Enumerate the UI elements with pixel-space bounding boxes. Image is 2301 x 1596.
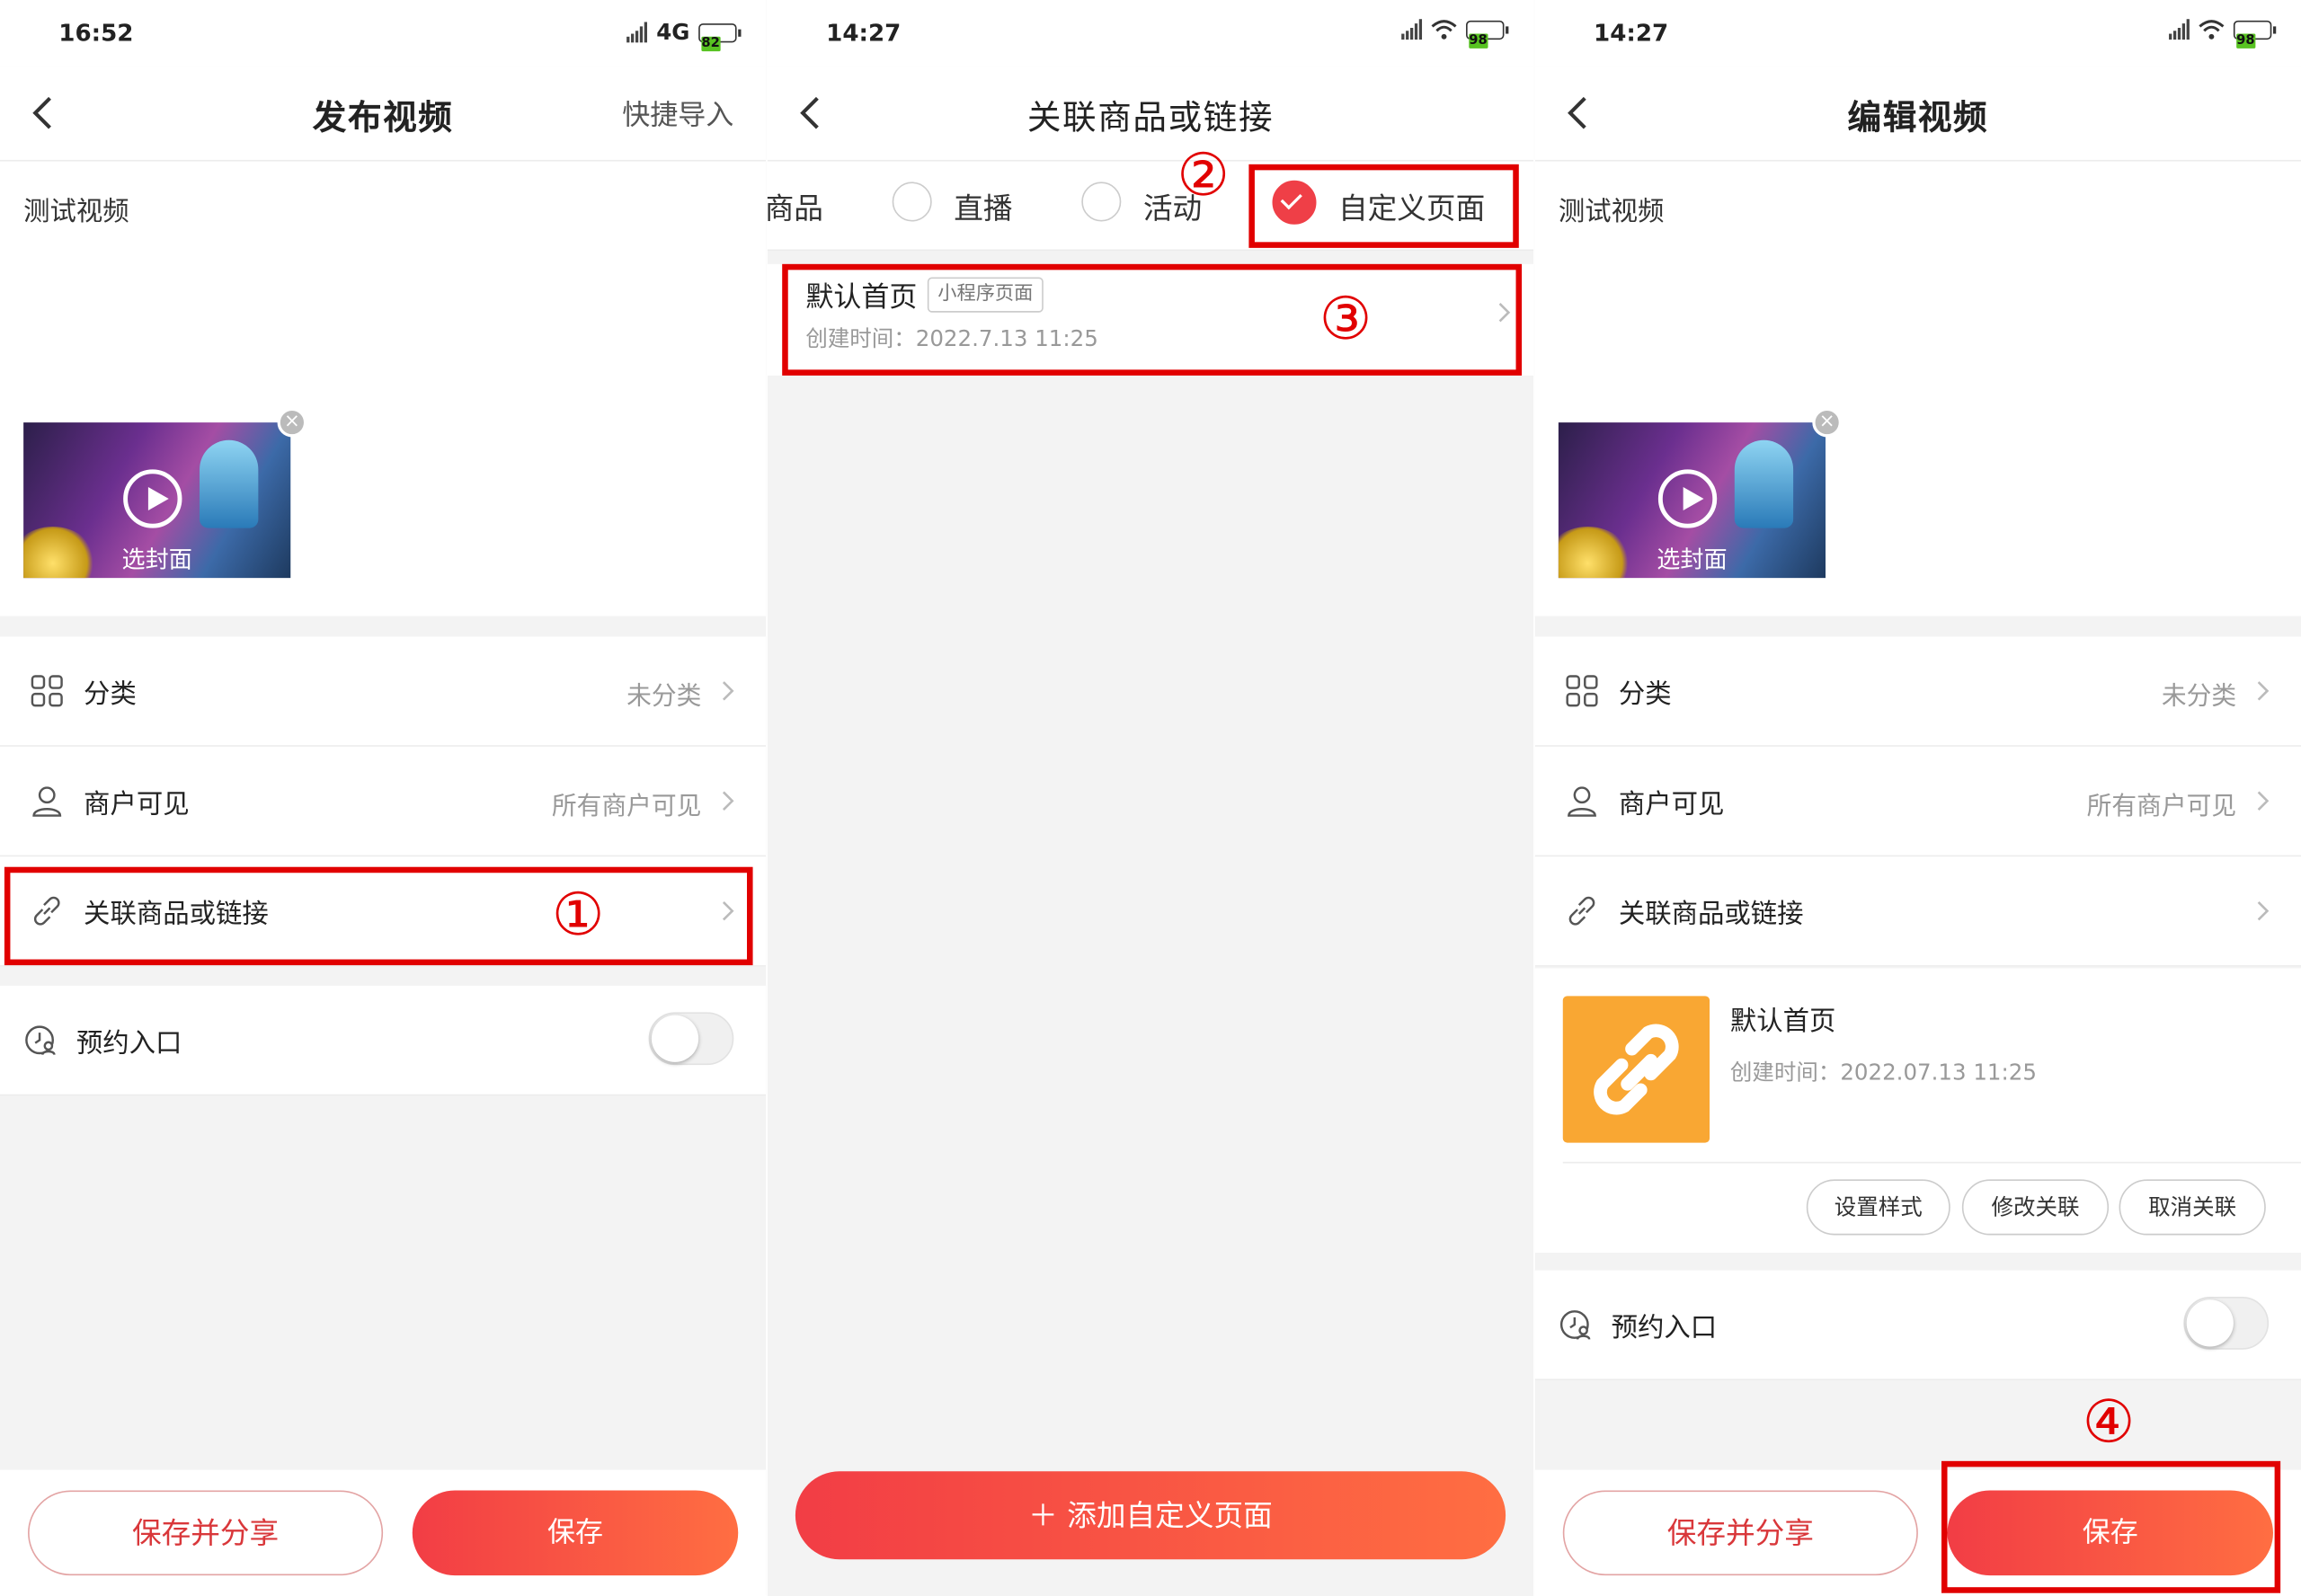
clock-person-icon xyxy=(25,1025,56,1056)
quick-import-button[interactable]: 快捷导入 xyxy=(622,93,733,133)
status-time: 14:27 xyxy=(826,19,902,48)
nav-bar: 关联商品或链接 xyxy=(767,66,1534,162)
linked-page-card: 默认首页 创建时间：2022.07.13 11:25 设置样式 修改关联 取消关… xyxy=(1534,968,2301,1254)
nav-bar: 发布视频 快捷导入 xyxy=(0,66,767,162)
video-cover[interactable]: 选封面 xyxy=(23,422,291,579)
annotation-number-3: ③ xyxy=(1319,286,1373,354)
chevron-right-icon xyxy=(722,681,734,701)
category-label: 分类 xyxy=(1618,678,1672,711)
battery-icon: 98 xyxy=(2233,20,2277,49)
status-icons: 98 xyxy=(2169,19,2277,49)
status-bar: 14:27 98 xyxy=(1534,0,2301,66)
category-row[interactable]: 分类 未分类 xyxy=(0,636,767,747)
booking-toggle[interactable] xyxy=(648,1012,734,1066)
bottom-action-bar: 保存并分享 保存 xyxy=(0,1469,767,1596)
linked-page-time: 创建时间：2022.07.13 11:25 xyxy=(1729,1059,2037,1086)
grid-icon xyxy=(31,675,63,707)
tab-live[interactable]: 直播 xyxy=(954,185,1012,227)
annotation-number-2: ② xyxy=(1177,142,1230,210)
category-row[interactable]: 分类 未分类 xyxy=(1534,636,2301,747)
visibility-value: 所有商户可见 xyxy=(551,792,702,822)
cancel-link-button[interactable]: 取消关联 xyxy=(2119,1179,2266,1236)
divider xyxy=(1562,1161,2301,1164)
save-and-share-button[interactable]: 保存并分享 xyxy=(28,1490,384,1576)
chevron-right-icon xyxy=(722,791,734,811)
clock-person-icon xyxy=(1559,1310,1591,1340)
booking-entry-row: 预约入口 xyxy=(1534,1270,2301,1381)
signal-icon xyxy=(2169,19,2190,40)
battery-icon: 98 xyxy=(1466,20,1509,49)
annotation-number-1: ① xyxy=(551,882,605,950)
page-title: 编辑视频 xyxy=(1847,99,1989,138)
plus-icon: ＋ xyxy=(1028,1497,1058,1533)
panel-publish-video: 16:52 4G 82 发布视频 快捷导入 测试视频 选封面 × 分类 未分类 … xyxy=(0,0,767,1596)
wifi-icon xyxy=(1431,20,1457,40)
description-area[interactable]: 测试视频 选封面 × xyxy=(1534,161,2301,616)
add-custom-page-label: 添加自定义页面 xyxy=(1067,1497,1273,1533)
wifi-icon xyxy=(2199,20,2225,40)
visibility-value: 所有商户可见 xyxy=(2086,792,2237,822)
signal-icon xyxy=(626,22,648,43)
set-style-button[interactable]: 设置样式 xyxy=(1806,1179,1950,1236)
add-custom-page-button[interactable]: ＋ 添加自定义页面 xyxy=(795,1471,1506,1560)
status-time: 16:52 xyxy=(58,19,134,48)
video-description[interactable]: 测试视频 xyxy=(1559,191,1665,228)
category-value: 未分类 xyxy=(2161,682,2237,712)
save-button[interactable]: 保存 xyxy=(412,1490,739,1576)
chevron-right-icon xyxy=(2257,681,2270,701)
status-icons: 98 xyxy=(1401,19,1509,49)
page-title: 关联商品或链接 xyxy=(1026,99,1275,138)
category-value: 未分类 xyxy=(626,682,702,712)
chevron-right-icon xyxy=(2257,791,2270,811)
status-bar: 14:27 98 xyxy=(767,0,1534,66)
category-label: 分类 xyxy=(84,678,137,711)
save-and-share-button[interactable]: 保存并分享 xyxy=(1562,1490,1918,1576)
tab-activity-radio[interactable] xyxy=(1081,182,1122,222)
annotation-box-1 xyxy=(4,866,753,966)
status-time: 14:27 xyxy=(1594,19,1669,48)
select-cover-label: 选封面 xyxy=(1657,545,1728,574)
link-product-row[interactable]: 关联商品或链接 xyxy=(1534,856,2301,967)
linked-page-thumbnail xyxy=(1562,996,1710,1143)
play-icon[interactable] xyxy=(123,469,182,528)
status-bar: 16:52 4G 82 xyxy=(0,0,767,66)
booking-entry-row: 预约入口 xyxy=(0,985,767,1096)
play-icon[interactable] xyxy=(1657,469,1718,528)
modify-link-button[interactable]: 修改关联 xyxy=(1961,1179,2110,1236)
network-type: 4G xyxy=(656,19,690,46)
booking-entry-label: 预约入口 xyxy=(76,1028,182,1060)
description-area[interactable]: 测试视频 选封面 × xyxy=(0,161,767,616)
annotation-box-4 xyxy=(1941,1460,2281,1593)
nav-bar: 编辑视频 xyxy=(1534,66,2301,162)
remove-video-icon[interactable]: × xyxy=(277,407,307,438)
annotation-number-4: ④ xyxy=(2082,1388,2136,1457)
booking-entry-label: 预约入口 xyxy=(1611,1312,1718,1344)
visibility-row[interactable]: 商户可见 所有商户可见 xyxy=(1534,746,2301,857)
visibility-row[interactable]: 商户可见 所有商户可见 xyxy=(0,746,767,857)
panel-link-product: 14:27 98 关联商品或链接 商品 直播 活动 自定义页面 默认首页 小程序… xyxy=(767,0,1534,1596)
video-description[interactable]: 测试视频 xyxy=(23,191,129,228)
grid-icon xyxy=(1566,675,1598,707)
video-cover[interactable]: 选封面 xyxy=(1558,422,1826,579)
signal-icon xyxy=(1401,19,1423,40)
panel-edit-video: 14:27 98 编辑视频 测试视频 选封面 × 分类 未分类 商户可见 所有商… xyxy=(1534,0,2301,1596)
linked-page-title: 默认首页 xyxy=(1729,1006,1836,1038)
chain-link-icon xyxy=(1594,1024,1679,1115)
visibility-label: 商户可见 xyxy=(84,789,190,820)
status-icons: 4G 82 xyxy=(626,19,742,51)
person-icon xyxy=(1568,786,1596,817)
remove-video-icon[interactable]: × xyxy=(1812,407,1842,438)
chevron-right-icon xyxy=(2257,900,2270,921)
link-icon xyxy=(1568,896,1595,926)
annotation-box-2 xyxy=(1248,164,1519,248)
select-cover-label: 选封面 xyxy=(121,545,192,574)
person-icon xyxy=(32,786,62,817)
tab-live-radio[interactable] xyxy=(892,182,932,222)
link-product-label: 关联商品或链接 xyxy=(1618,899,1804,930)
annotation-box-3 xyxy=(782,263,1523,376)
battery-icon: 82 xyxy=(698,22,742,51)
visibility-label: 商户可见 xyxy=(1618,789,1725,820)
tab-product[interactable]: 商品 xyxy=(768,185,823,227)
booking-toggle[interactable] xyxy=(2183,1296,2270,1350)
